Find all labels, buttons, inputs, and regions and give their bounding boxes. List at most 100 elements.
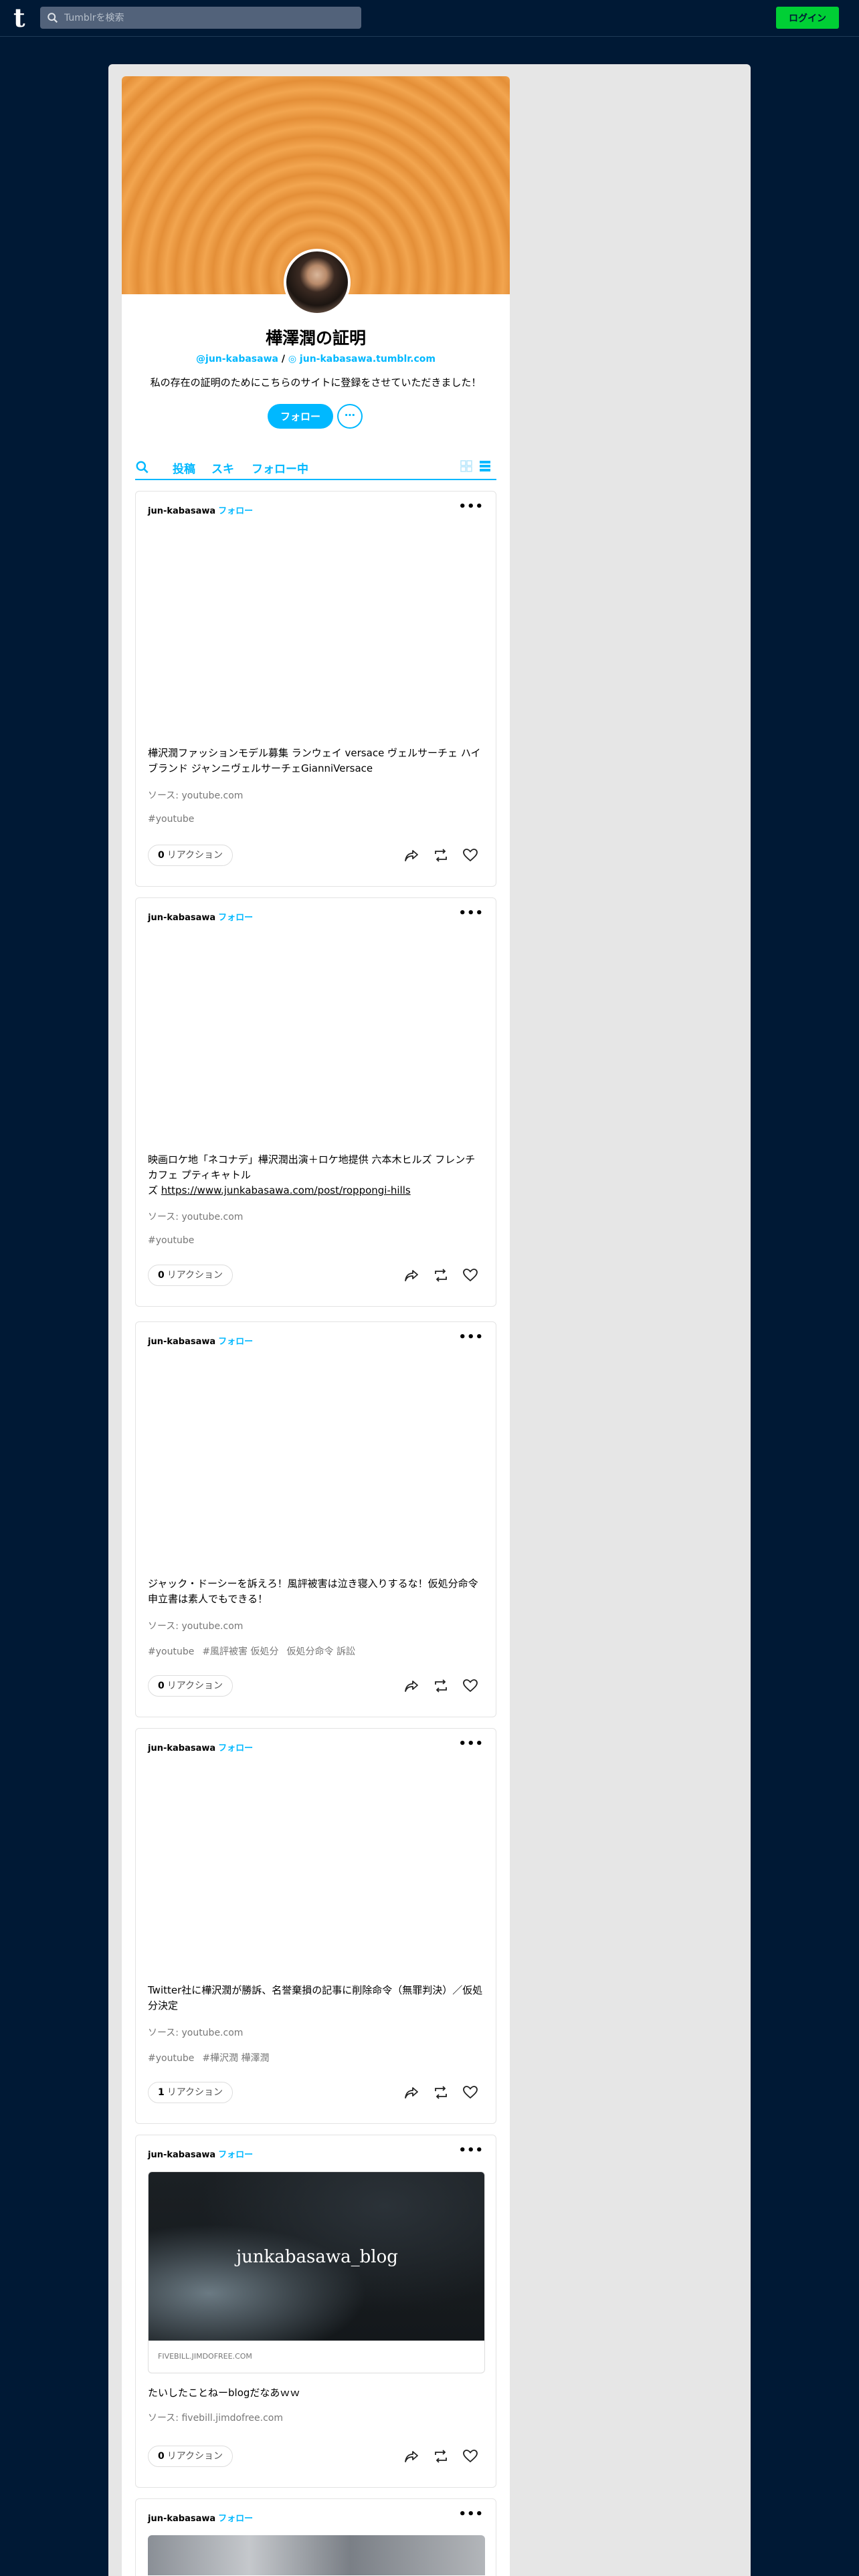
- reactions-button[interactable]: 0 リアクション: [148, 1675, 233, 1697]
- heart-icon[interactable]: [462, 1678, 478, 1694]
- post-follow-link[interactable]: フォロー: [218, 2150, 253, 2160]
- share-icon[interactable]: [403, 2084, 419, 2101]
- post-tag[interactable]: #youtube: [148, 814, 194, 825]
- post-header: jun-kabasawa フォロー: [148, 2511, 253, 2524]
- post-follow-link[interactable]: フォロー: [218, 913, 253, 923]
- reactions-label: リアクション: [167, 1681, 223, 1691]
- share-icon[interactable]: [403, 847, 419, 863]
- blog-title: 樺澤潤の証明: [265, 328, 366, 348]
- grid-view-icon[interactable]: [460, 460, 472, 472]
- heart-icon[interactable]: [462, 847, 478, 863]
- post-author[interactable]: jun-kabasawa: [148, 1743, 215, 1753]
- post-follow-link[interactable]: フォロー: [218, 506, 253, 516]
- post-author[interactable]: jun-kabasawa: [148, 913, 215, 923]
- post-text: ジャック・ドーシーを訴えろ！風評被害は泣き寝入りするな！仮処分命令申立書は素人で…: [148, 1578, 478, 1605]
- more-options-button[interactable]: ⋯: [337, 404, 363, 429]
- reactions-label: リアクション: [167, 2451, 223, 2462]
- reblog-icon[interactable]: [433, 2084, 449, 2101]
- share-icon[interactable]: [403, 2448, 419, 2464]
- post-tags: #youtube #樺沢潤 樺澤潤: [148, 2051, 278, 2064]
- reactions-label: リアクション: [167, 2087, 223, 2098]
- login-button[interactable]: ログイン: [776, 7, 839, 29]
- search-bar[interactable]: [40, 7, 361, 29]
- reactions-label: リアクション: [167, 850, 223, 861]
- post-tag[interactable]: #風評被害 仮処分: [202, 1646, 278, 1657]
- post-card: jun-kabasawa フォロー •••: [135, 2498, 496, 2576]
- tab-likes[interactable]: スキ: [211, 459, 234, 476]
- post-link[interactable]: https://www.junkabasawa.com/post/roppong…: [161, 1184, 411, 1196]
- link-preview-title: junkabasawa_blog: [236, 2247, 398, 2267]
- post-tags: #youtube #風評被害 仮処分 仮処分命令 訴訟: [148, 1644, 363, 1658]
- post-source[interactable]: ソース: fivebill.jimdofree.com: [148, 2411, 283, 2424]
- post-source[interactable]: ソース: youtube.com: [148, 788, 243, 802]
- post-more-icon[interactable]: •••: [458, 1737, 484, 1751]
- share-icon[interactable]: [403, 1267, 419, 1283]
- reblog-icon[interactable]: [433, 1267, 449, 1283]
- blog-url-link[interactable]: ◎ jun-kabasawa.tumblr.com: [288, 354, 436, 364]
- follow-button[interactable]: フォロー: [268, 404, 333, 429]
- reactions-button[interactable]: 0 リアクション: [148, 2446, 233, 2467]
- post-tag[interactable]: #youtube: [148, 2053, 194, 2064]
- search-icon[interactable]: [135, 460, 150, 475]
- link-preview-domain: FIVEBILL.JIMDOFREE.COM: [158, 2352, 252, 2361]
- tab-posts[interactable]: 投稿: [173, 459, 195, 476]
- reblog-icon[interactable]: [433, 2448, 449, 2464]
- post-header: jun-kabasawa フォロー: [148, 2147, 253, 2160]
- reblog-icon[interactable]: [433, 847, 449, 863]
- reactions-button[interactable]: 1 リアクション: [148, 2082, 233, 2103]
- heart-icon[interactable]: [462, 1267, 478, 1283]
- post-more-icon[interactable]: •••: [458, 500, 484, 514]
- blog-description: 私の存在の証明のためにこちらのサイトに登録をさせていただきました！: [150, 377, 482, 389]
- reactions-count: 1: [158, 2087, 165, 2098]
- top-navigation: t ログイン: [0, 0, 859, 37]
- reactions-button[interactable]: 0 リアクション: [148, 1265, 233, 1286]
- post-actions: [403, 1267, 484, 1286]
- post-more-icon[interactable]: •••: [458, 2143, 484, 2157]
- post-follow-link[interactable]: フォロー: [218, 1743, 253, 1753]
- list-view-icon[interactable]: [479, 460, 491, 472]
- post-header: jun-kabasawa フォロー: [148, 910, 253, 923]
- post-actions: [403, 2084, 484, 2103]
- search-input[interactable]: [64, 12, 345, 23]
- post-tag[interactable]: #樺沢潤 樺澤潤: [202, 2053, 269, 2064]
- post-follow-link[interactable]: フォロー: [218, 2514, 253, 2524]
- post-header: jun-kabasawa フォロー: [148, 504, 253, 516]
- post-author[interactable]: jun-kabasawa: [148, 1337, 215, 1347]
- blog-url-text: jun-kabasawa.tumblr.com: [299, 354, 436, 364]
- tab-following[interactable]: フォロー中: [252, 459, 308, 476]
- post-more-icon[interactable]: •••: [458, 906, 484, 920]
- link-preview-card[interactable]: junkabasawa_blog FIVEBILL.JIMDOFREE.COM: [148, 2171, 485, 2373]
- post-source[interactable]: ソース: youtube.com: [148, 1210, 243, 1223]
- link-preview-image: junkabasawa_blog: [149, 2172, 484, 2341]
- blog-column: 樺澤潤の証明 @jun-kabasawa / ◎ jun-kabasawa.tu…: [122, 76, 510, 2576]
- post-author[interactable]: jun-kabasawa: [148, 506, 215, 516]
- post-more-icon[interactable]: •••: [458, 2507, 484, 2521]
- heart-icon[interactable]: [462, 2084, 478, 2101]
- post-author[interactable]: jun-kabasawa: [148, 2150, 215, 2160]
- post-header: jun-kabasawa フォロー: [148, 1334, 253, 1347]
- reblog-icon[interactable]: [433, 1678, 449, 1694]
- reactions-label: リアクション: [167, 1270, 223, 1281]
- post-tags: #youtube: [148, 814, 202, 825]
- heart-icon[interactable]: [462, 2448, 478, 2464]
- post-follow-link[interactable]: フォロー: [218, 1337, 253, 1347]
- post-text: Twitter社に樺沢潤が勝訴、名誉棄損の記事に削除命令（無罪判決）／仮処分決定: [148, 1984, 483, 2012]
- post-tags: #youtube: [148, 1235, 202, 1246]
- post-source[interactable]: ソース: youtube.com: [148, 2026, 243, 2039]
- reactions-count: 0: [158, 2451, 165, 2462]
- post-more-icon[interactable]: •••: [458, 1330, 484, 1344]
- post-actions: [403, 1678, 484, 1697]
- post-author[interactable]: jun-kabasawa: [148, 2514, 215, 2524]
- tumblr-logo[interactable]: t: [13, 5, 31, 31]
- post-source[interactable]: ソース: youtube.com: [148, 1619, 243, 1632]
- post-tag[interactable]: #youtube: [148, 1235, 194, 1246]
- avatar[interactable]: [284, 249, 351, 316]
- post-image[interactable]: [148, 2535, 485, 2575]
- share-icon[interactable]: [403, 1678, 419, 1694]
- blog-handle-link[interactable]: @jun-kabasawa: [196, 354, 278, 364]
- reactions-button[interactable]: 0 リアクション: [148, 845, 233, 866]
- post-tag[interactable]: #youtube: [148, 1646, 194, 1657]
- post-actions: [403, 2448, 484, 2467]
- post-tag[interactable]: 仮処分命令 訴訟: [287, 1646, 355, 1657]
- post-card: jun-kabasawa フォロー ••• junkabasawa_blog FI…: [135, 2135, 496, 2488]
